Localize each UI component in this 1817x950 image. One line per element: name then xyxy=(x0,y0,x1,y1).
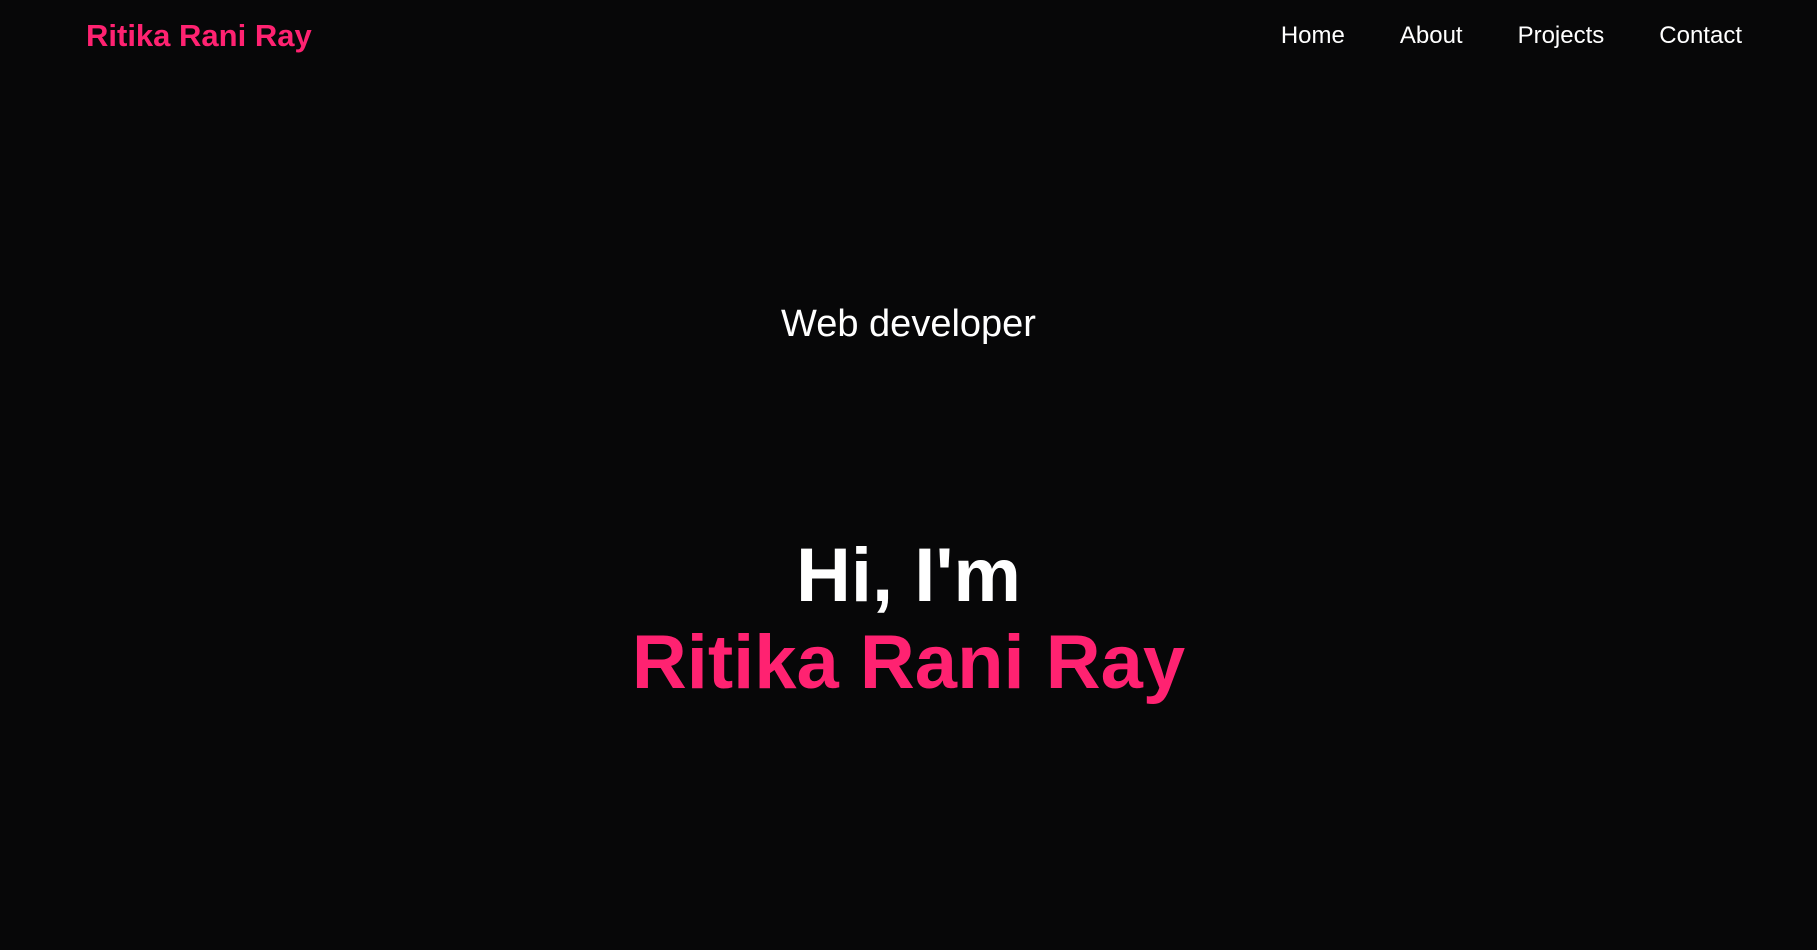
page: Ritika Rani Ray Home About Projects Cont… xyxy=(0,0,1817,950)
nav-menu: Home About Projects Contact xyxy=(1281,20,1742,52)
nav-link-projects[interactable]: Projects xyxy=(1518,22,1605,49)
brand-logo-link[interactable]: Ritika Rani Ray xyxy=(86,18,312,54)
nav-item-contact: Contact xyxy=(1659,20,1742,52)
nav-link-contact[interactable]: Contact xyxy=(1659,22,1742,49)
navbar: Ritika Rani Ray Home About Projects Cont… xyxy=(0,0,1817,72)
nav-item-projects: Projects xyxy=(1518,20,1605,52)
nav-item-about: About xyxy=(1400,20,1463,52)
hero-greeting: Hi, I'm xyxy=(796,533,1021,618)
hero-role-text: Web developer xyxy=(781,303,1036,345)
hero-section: Web developer Hi, I'm Ritika Rani Ray xyxy=(0,0,1817,950)
nav-link-about[interactable]: About xyxy=(1400,22,1463,49)
nav-item-home: Home xyxy=(1281,20,1345,52)
nav-link-home[interactable]: Home xyxy=(1281,22,1345,49)
hero-name: Ritika Rani Ray xyxy=(631,620,1186,705)
